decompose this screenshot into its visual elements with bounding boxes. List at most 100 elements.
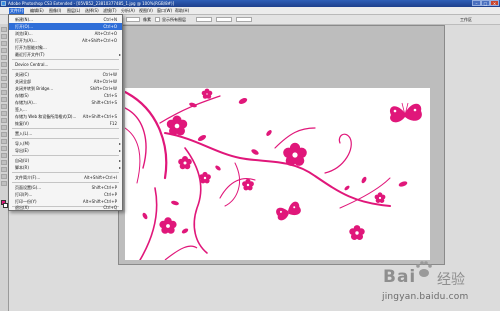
flower: [166, 115, 188, 136]
magic-wand-tool-icon[interactable]: [1, 48, 7, 53]
menu-window[interactable]: 窗口(W): [157, 8, 172, 14]
type-tool-icon[interactable]: [1, 132, 7, 137]
eraser-tool-icon[interactable]: [1, 97, 7, 102]
file-menu-dropdown: 新建(N)... Ctrl+N 打开(O)... Ctrl+O 浏览(B)... Al…: [8, 14, 123, 211]
menu-item-file-info[interactable]: 文件简介(F)... Alt+Shift+Ctrl+I: [9, 174, 122, 181]
menu-separator: [12, 69, 119, 70]
menu-item-check-in[interactable]: 签入...: [9, 106, 122, 113]
lasso-tool-icon[interactable]: [1, 41, 7, 46]
menu-item-close-go-bridge[interactable]: 关闭并转到 Bridge... Shift+Ctrl+W: [9, 85, 122, 92]
butterfly: [276, 201, 301, 221]
eyedropper-tool-icon[interactable]: [1, 160, 7, 165]
vine-curl: [324, 133, 352, 174]
flower: [201, 88, 213, 99]
vine-stem: [164, 132, 391, 207]
menu-item-save-as[interactable]: 存储为(A)... Shift+Ctrl+S: [9, 99, 122, 106]
vine-curl: [224, 162, 240, 207]
vine-stem: [125, 90, 168, 180]
notes-tool-icon[interactable]: [1, 153, 7, 158]
menu-item-page-setup[interactable]: 页面设置(G)... Shift+Ctrl+P: [9, 184, 122, 191]
menu-item-browse[interactable]: 浏览(B)... Alt+Ctrl+O: [9, 30, 122, 37]
menu-separator: [12, 182, 119, 183]
menu-separator: [12, 172, 119, 173]
image-canvas[interactable]: [125, 88, 430, 260]
menu-item-print[interactable]: 打印(P)... Ctrl+P: [9, 191, 122, 198]
close-icon[interactable]: ×: [490, 0, 499, 6]
move-tool-icon[interactable]: [1, 27, 7, 32]
menu-item-exit[interactable]: 退出(X) Ctrl+Q: [9, 204, 122, 210]
menu-item-close-all[interactable]: 关闭全部 Alt+Ctrl+W: [9, 78, 122, 85]
leaf: [142, 212, 148, 220]
slice-tool-icon[interactable]: [1, 62, 7, 67]
submenu-arrow-icon: ▸: [118, 158, 121, 163]
menu-item-revert[interactable]: 恢复(V) F12: [9, 120, 122, 127]
zoom-button[interactable]: [196, 17, 212, 22]
menu-separator: [12, 59, 119, 60]
vine-stem: [339, 177, 391, 209]
menu-item-new[interactable]: 新建(N)... Ctrl+N: [9, 16, 122, 23]
menu-item-import[interactable]: 导入(M) ▸: [9, 140, 122, 147]
menu-item-place[interactable]: 置入(L)...: [9, 130, 122, 137]
stamp-tool-icon[interactable]: [1, 83, 7, 88]
flower: [242, 178, 254, 191]
menu-item-recent[interactable]: 最近打开文件(T) ▸: [9, 51, 122, 58]
menu-item-device-central[interactable]: Device Central...: [9, 61, 122, 68]
menu-analysis[interactable]: 分析(A): [121, 8, 135, 14]
menu-help[interactable]: 帮助(H): [175, 8, 189, 14]
window-title: Adobe Photoshop CS3 Extended - [05VB52_2…: [8, 1, 175, 6]
submenu-arrow-icon: ▸: [118, 148, 121, 153]
marquee-tool-icon[interactable]: [1, 34, 7, 39]
menu-item-scripts[interactable]: 脚本(R) ▸: [9, 164, 122, 171]
title-bar: Adobe Photoshop CS3 Extended - [05VB52_2…: [0, 0, 500, 7]
shape-tool-icon[interactable]: [1, 146, 7, 151]
menu-separator: [12, 155, 119, 156]
brush-tool-icon[interactable]: [1, 76, 7, 81]
minimize-icon[interactable]: –: [472, 0, 481, 6]
submenu-arrow-icon: ▸: [118, 141, 121, 146]
menu-item-open[interactable]: 打开(O)... Ctrl+O: [9, 23, 122, 30]
fit-label: 显示所有图层: [162, 17, 186, 22]
menu-view[interactable]: 视图(V): [139, 8, 153, 14]
flower: [159, 217, 177, 234]
pen-tool-icon[interactable]: [1, 125, 7, 130]
checkbox[interactable]: [155, 17, 160, 22]
leaf: [238, 98, 248, 104]
quick-mask-icon[interactable]: [1, 181, 7, 186]
watermark-url: jingyan.baidu.com: [382, 292, 469, 302]
vine-curl: [164, 245, 198, 260]
butterfly: [389, 102, 422, 123]
healing-tool-icon[interactable]: [1, 69, 7, 74]
leaf: [181, 228, 189, 234]
history-brush-tool-icon[interactable]: [1, 90, 7, 95]
zoom-tool-icon[interactable]: [1, 174, 7, 179]
leaf: [344, 185, 350, 191]
menu-item-save-for-web[interactable]: 存储为 Web 和设备所用格式(D)... Alt+Shift+Ctrl+S: [9, 113, 122, 120]
maximize-icon[interactable]: □: [481, 0, 490, 6]
hand-tool-icon[interactable]: [1, 167, 7, 172]
vine-stem: [125, 127, 141, 184]
path-select-tool-icon[interactable]: [1, 139, 7, 144]
menu-item-close[interactable]: 关闭(C) Ctrl+W: [9, 71, 122, 78]
flower: [178, 156, 192, 170]
dodge-tool-icon[interactable]: [1, 118, 7, 123]
gradient-tool-icon[interactable]: [1, 104, 7, 109]
menu-item-open-as[interactable]: 打开为(A)... Alt+Shift+Ctrl+O: [9, 37, 122, 44]
fill-screen-button[interactable]: [236, 17, 252, 22]
vine-stem: [125, 107, 147, 169]
vine-stem: [139, 187, 158, 260]
flower: [199, 171, 211, 184]
menu-item-open-smart-object[interactable]: 打开为智能对象...: [9, 44, 122, 51]
workspace-button[interactable]: 工作区: [460, 17, 472, 23]
menu-separator: [12, 128, 119, 129]
tool-preset-dropdown[interactable]: [126, 17, 140, 22]
leaf: [361, 176, 367, 184]
menu-item-save[interactable]: 存储(S) Ctrl+S: [9, 92, 122, 99]
flower: [349, 225, 365, 240]
leaf: [215, 165, 221, 171]
fit-screen-button[interactable]: [216, 17, 232, 22]
leaf: [171, 200, 179, 206]
blur-tool-icon[interactable]: [1, 111, 7, 116]
menu-item-export[interactable]: 导出(E) ▸: [9, 147, 122, 154]
crop-tool-icon[interactable]: [1, 55, 7, 60]
menu-item-automate[interactable]: 自动(U) ▸: [9, 157, 122, 164]
